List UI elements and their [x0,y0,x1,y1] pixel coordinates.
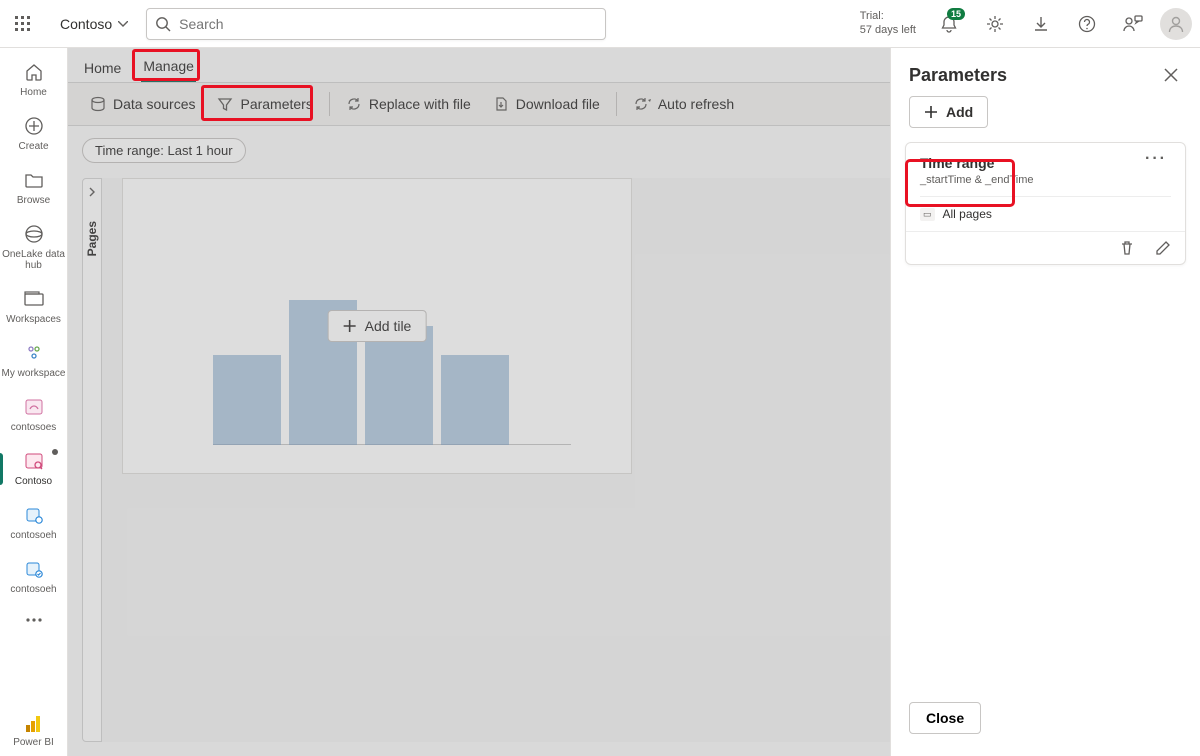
nav-browse[interactable]: Browse [0,162,68,214]
replace-icon [346,96,362,112]
my-workspace-icon [22,341,46,365]
create-icon [22,114,46,138]
nav-create[interactable]: Create [0,108,68,160]
parameter-more-button[interactable]: ··· [1141,155,1171,163]
search-input[interactable] [179,16,597,32]
chart-bar [213,355,281,445]
database-icon [90,96,106,112]
main-area: Home Manage Data sources Parameters Repl… [68,48,1200,756]
download-button[interactable] [1022,5,1060,43]
parameter-scope: All pages [943,207,992,221]
auto-refresh-button[interactable]: Auto refresh [623,90,744,118]
nav-contosoeh-2[interactable]: contosoeh [0,551,68,603]
nav-onelake[interactable]: OneLake data hub [0,216,68,279]
eventhouse-icon [22,503,46,527]
gear-icon [986,15,1004,33]
nav-contosoeh-1[interactable]: contosoeh [0,497,68,549]
replace-file-button[interactable]: Replace with file [336,90,481,118]
nav-contoso-active[interactable]: Contoso [0,443,68,495]
parameter-card: Time range _startTime & _endTime ··· ▭ A… [905,142,1186,265]
help-button[interactable] [1068,5,1106,43]
download-file-button[interactable]: Download file [483,90,610,118]
kqldb-icon [22,557,46,581]
filter-icon [217,96,233,112]
chart-bar [441,355,509,445]
notifications-button[interactable]: 15 [930,5,968,43]
file-download-icon [493,96,509,112]
workspaces-icon [22,287,46,311]
parameter-name: Time range [920,155,1034,171]
chevron-down-icon [118,21,128,27]
search-box[interactable] [146,8,606,40]
left-nav-rail: Home Create Browse OneLake data hub Work… [0,48,68,756]
add-parameter-button[interactable]: Add [909,96,988,128]
tab-manage[interactable]: Manage [141,52,196,82]
eventstream-icon [22,395,46,419]
auto-refresh-icon [633,96,651,112]
panel-close-footer-button[interactable]: Close [909,702,981,734]
tenant-switcher[interactable]: Contoso [50,16,138,32]
trial-status: Trial: 57 days left [860,10,916,38]
account-avatar[interactable] [1160,8,1192,40]
person-icon [1167,15,1185,33]
close-icon [1164,68,1178,82]
pages-chip-icon: ▭ [920,208,935,221]
edit-parameter-button[interactable] [1155,240,1171,256]
nav-workspaces[interactable]: Workspaces [0,281,68,333]
tab-home[interactable]: Home [82,54,123,82]
top-bar: Contoso Trial: 57 days left 15 [0,0,1200,48]
tenant-name: Contoso [60,16,112,32]
toolbar-divider [616,92,617,116]
settings-button[interactable] [976,5,1014,43]
dashboard-icon [22,449,46,473]
folder-icon [22,168,46,192]
parameters-panel: Parameters Add Time range _startTime & _… [890,48,1200,756]
help-icon [1078,15,1096,33]
delete-parameter-button[interactable] [1119,240,1135,256]
toolbar-divider [329,92,330,116]
onelake-icon [22,222,46,246]
pages-label: Pages [85,221,99,256]
panel-title: Parameters [909,65,1007,86]
parameters-button[interactable]: Parameters [207,90,322,118]
plus-icon [343,319,357,333]
nav-my-workspace[interactable]: My workspace [0,335,68,387]
download-icon [1032,15,1050,33]
panel-close-button[interactable] [1160,64,1182,86]
trash-icon [1119,240,1135,256]
parameter-variables: _startTime & _endTime [920,174,1034,186]
home-icon [22,60,46,84]
app-launcher-button[interactable] [4,5,42,43]
powerbi-icon [25,714,43,734]
edit-icon [1155,240,1171,256]
person-feedback-icon [1123,15,1143,33]
chart-tile[interactable]: Add tile [122,178,632,474]
nav-powerbi[interactable]: Power BI [0,708,68,756]
timerange-pill[interactable]: Time range: Last 1 hour [82,138,246,163]
more-icon [26,618,42,622]
unsaved-indicator [52,449,58,455]
nav-more[interactable] [0,605,68,635]
pages-panel-toggle[interactable]: Pages [82,178,102,742]
add-tile-button[interactable]: Add tile [328,310,427,342]
feedback-button[interactable] [1114,5,1152,43]
data-sources-button[interactable]: Data sources [80,90,205,118]
nav-contosoes[interactable]: contosoes [0,389,68,441]
chart-bar [365,326,433,445]
notification-badge: 15 [947,8,965,20]
plus-icon [924,105,938,119]
chevron-right-icon [88,187,96,197]
search-icon [155,16,171,32]
nav-home[interactable]: Home [0,54,68,106]
